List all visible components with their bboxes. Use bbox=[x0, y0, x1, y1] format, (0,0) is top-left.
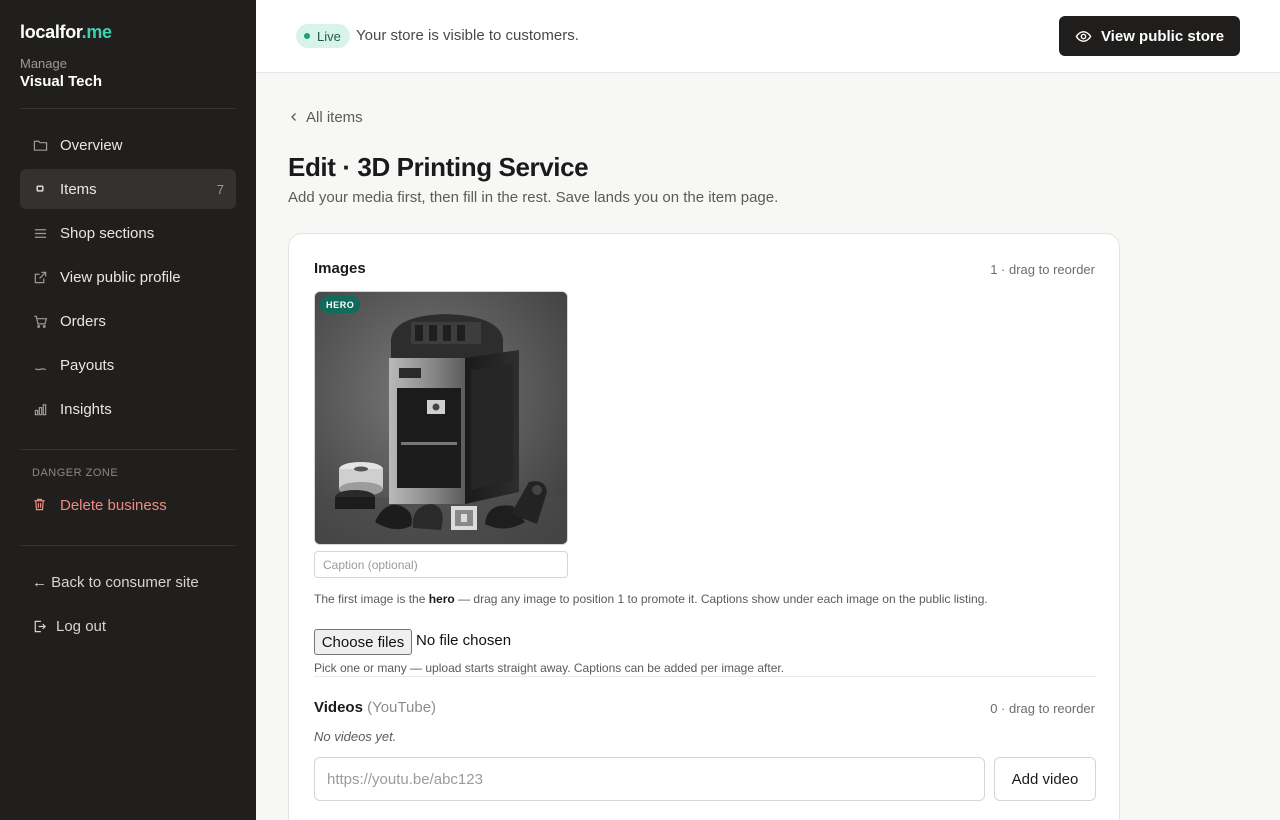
caption-input[interactable] bbox=[314, 551, 568, 578]
cart-icon bbox=[32, 313, 48, 329]
logout-button[interactable]: Log out bbox=[32, 614, 106, 638]
images-section-title: Images bbox=[314, 260, 366, 277]
logout-label: Log out bbox=[56, 617, 107, 635]
status-badge: Live bbox=[296, 24, 350, 48]
trash-icon bbox=[32, 497, 48, 513]
all-items-link[interactable]: All items bbox=[288, 107, 363, 127]
images-count-meta: 1 · drag to reorder bbox=[990, 262, 1095, 277]
bar-chart-icon bbox=[32, 401, 48, 417]
folder-icon bbox=[32, 137, 48, 153]
brand-name: localfor bbox=[20, 22, 82, 42]
business-name: Visual Tech bbox=[20, 73, 102, 90]
videos-count-meta: 0 · drag to reorder bbox=[990, 701, 1095, 716]
sidebar-item-items[interactable]: Items 7 bbox=[20, 169, 236, 209]
add-video-button[interactable]: Add video bbox=[994, 757, 1096, 801]
upload-help-text: Pick one or many — upload starts straigh… bbox=[314, 661, 785, 675]
help-text-start: The first image is the bbox=[314, 592, 429, 606]
sidebar: localfor.me Manage Visual Tech Overview … bbox=[0, 0, 256, 820]
sidebar-divider bbox=[20, 545, 236, 546]
help-text-end: — drag any image to position 1 to promot… bbox=[454, 592, 988, 606]
sidebar-item-shop-sections[interactable]: Shop sections bbox=[20, 213, 236, 253]
delete-business-label: Delete business bbox=[60, 496, 167, 514]
videos-section-title: Videos (YouTube) bbox=[314, 699, 436, 716]
payout-icon bbox=[32, 357, 48, 373]
manage-label: Manage bbox=[20, 56, 67, 71]
sidebar-item-label: View public profile bbox=[60, 268, 181, 286]
items-count-badge: 7 bbox=[216, 181, 224, 197]
sidebar-item-overview[interactable]: Overview bbox=[20, 125, 236, 165]
back-to-consumer-site-link[interactable]: ← Back to consumer site bbox=[32, 570, 199, 594]
sidebar-item-label: Orders bbox=[60, 312, 106, 330]
sidebar-divider bbox=[20, 108, 236, 109]
eye-icon bbox=[1075, 30, 1092, 42]
logout-icon bbox=[32, 618, 48, 634]
sidebar-item-label: Overview bbox=[60, 136, 123, 154]
videos-title-suffix: (YouTube) bbox=[367, 699, 437, 716]
box-icon bbox=[32, 181, 48, 197]
status-text: Your store is visible to customers. bbox=[356, 27, 579, 44]
videos-title-label: Videos bbox=[314, 699, 363, 716]
hero-image-thumbnail[interactable]: HERO bbox=[314, 291, 568, 545]
status-badge-label: Live bbox=[317, 28, 341, 44]
printer-photo bbox=[315, 292, 567, 544]
sidebar-item-orders[interactable]: Orders bbox=[20, 301, 236, 341]
page-subtitle: Add your media first, then fill in the r… bbox=[288, 189, 779, 206]
no-videos-text: No videos yet. bbox=[314, 729, 397, 744]
media-card: Images 1 · drag to reorder HERO Caption … bbox=[288, 233, 1120, 820]
all-items-label: All items bbox=[306, 108, 363, 126]
brand-logo[interactable]: localfor.me bbox=[20, 22, 112, 43]
hero-badge: HERO bbox=[320, 296, 361, 313]
sidebar-item-payouts[interactable]: Payouts bbox=[20, 345, 236, 385]
help-text-hero: hero bbox=[428, 592, 455, 606]
sidebar-item-label: Insights bbox=[60, 400, 112, 418]
file-status-text: No file chosen bbox=[416, 632, 512, 649]
live-dot-icon bbox=[304, 33, 310, 39]
brand-tld: .me bbox=[81, 22, 112, 42]
images-help-text: The first image is the hero — drag any i… bbox=[314, 592, 988, 606]
section-divider bbox=[314, 676, 1096, 677]
external-link-icon bbox=[32, 269, 48, 285]
choose-files-button[interactable]: Choose files bbox=[314, 629, 412, 655]
sidebar-item-label: Items bbox=[60, 180, 97, 198]
back-to-consumer-site-label: ← Back to consumer site bbox=[32, 573, 199, 591]
sidebar-item-label: Shop sections bbox=[60, 224, 155, 242]
chevron-left-icon bbox=[291, 113, 296, 121]
page-title: Edit · 3D Printing Service bbox=[288, 152, 589, 182]
topbar: Live Your store is visible to customers.… bbox=[256, 0, 1280, 73]
youtube-url-input[interactable] bbox=[314, 757, 985, 801]
danger-zone-label: DANGER ZONE bbox=[32, 467, 119, 479]
sidebar-item-view-public-profile[interactable]: View public profile bbox=[20, 257, 236, 297]
view-public-store-label: View public store bbox=[1100, 27, 1225, 45]
sidebar-item-label: Payouts bbox=[60, 356, 115, 374]
sidebar-item-insights[interactable]: Insights bbox=[20, 389, 236, 429]
list-icon bbox=[32, 225, 48, 241]
delete-business-button[interactable]: Delete business bbox=[20, 485, 236, 525]
view-public-store-button[interactable]: View public store bbox=[1059, 16, 1240, 56]
sidebar-divider bbox=[20, 449, 236, 450]
